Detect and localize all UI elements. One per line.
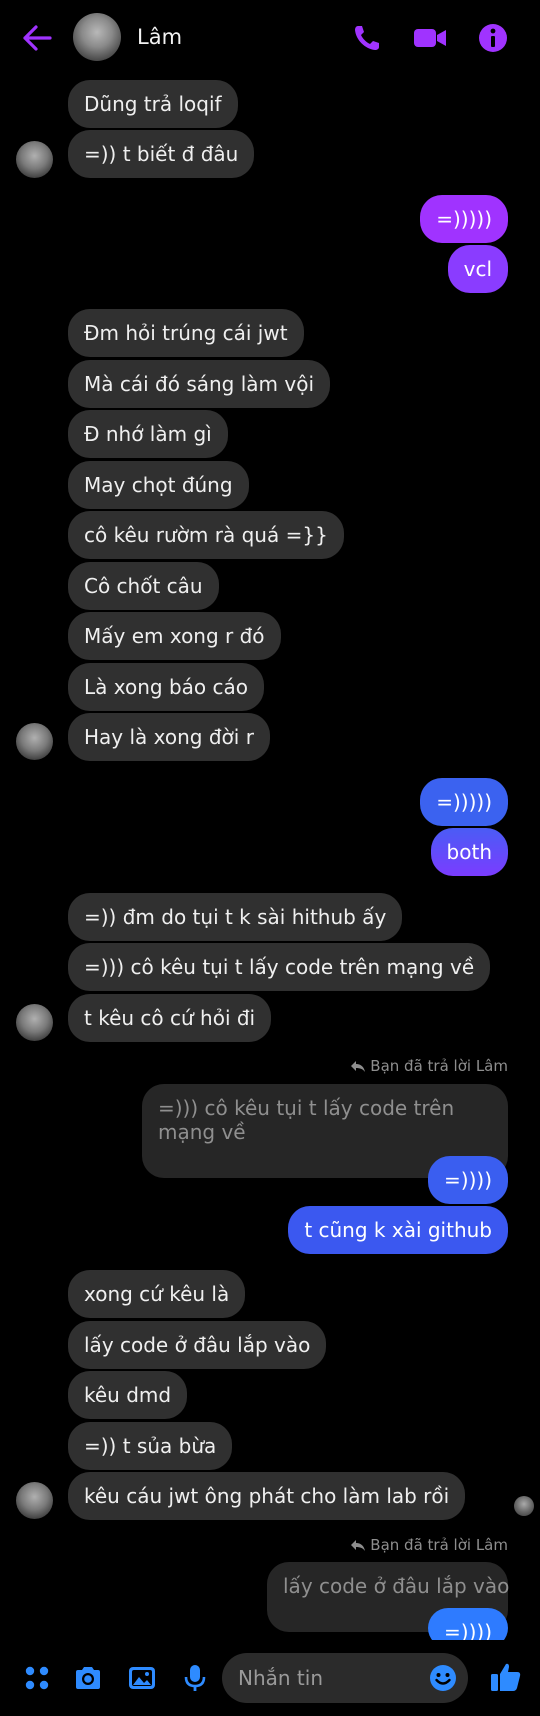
phone-icon[interactable] [351,22,383,54]
incoming-message[interactable]: Là xong báo cáo [68,663,264,711]
incoming-message[interactable]: Mấy em xong r đó [68,612,281,660]
gallery-icon[interactable] [126,1662,158,1694]
incoming-message[interactable]: Mà cái đó sáng làm vội [68,360,331,408]
sender-avatar[interactable] [16,1004,53,1041]
sender-avatar[interactable] [16,141,53,178]
incoming-message[interactable]: =)) t biết đ đâu [68,130,255,178]
incoming-message[interactable]: Dũng trả loqif [68,80,238,128]
sender-avatar[interactable] [16,1482,53,1519]
microphone-icon[interactable] [179,1662,211,1694]
camera-icon[interactable] [72,1662,104,1694]
message-input-placeholder: Nhắn tin [238,1666,323,1690]
incoming-message[interactable]: Hay là xong đời r [68,713,270,761]
contact-avatar[interactable] [73,13,121,61]
incoming-message[interactable]: =)) đm do tụi t k sài hithub ấy [68,893,403,941]
incoming-message[interactable]: Đm hỏi trúng cái jwt [68,309,304,357]
reply-indicator: Bạn đã trả lời Lâm [350,1536,508,1554]
incoming-message[interactable]: kêu cáu jwt ông phát cho làm lab rồi [68,1472,466,1520]
incoming-message[interactable]: Cô chốt câu [68,562,219,610]
message-composer: Nhắn tin [0,1640,540,1716]
menu-dots-icon[interactable] [21,1662,53,1694]
outgoing-message[interactable]: t cũng k xài github [288,1206,508,1254]
contact-name[interactable]: Lâm [137,25,182,49]
seen-receipt-avatar [514,1496,534,1516]
outgoing-message[interactable]: =))))) [420,778,508,826]
incoming-message[interactable]: xong cứ kêu là [68,1270,246,1318]
video-icon[interactable] [412,22,448,54]
outgoing-message[interactable]: vcl [447,245,508,293]
incoming-message[interactable]: kêu dmd [68,1371,188,1419]
incoming-message[interactable]: cô kêu rườm rà quá =}} [68,511,344,559]
chat-header: Lâm [0,0,540,76]
reply-arrow-icon [351,1540,366,1551]
reply-indicator-text: Bạn đã trả lời Lâm [370,1536,508,1554]
incoming-message[interactable]: May chọt đúng [68,461,249,509]
reply-indicator-text: Bạn đã trả lời Lâm [370,1057,508,1075]
reply-arrow-icon [351,1061,366,1072]
info-icon[interactable] [477,22,509,54]
outgoing-message[interactable]: =)))) [428,1156,508,1204]
incoming-message[interactable]: lấy code ở đâu lắp vào [68,1321,327,1369]
outgoing-message[interactable]: both [430,828,508,876]
sender-avatar[interactable] [16,723,53,760]
message-input[interactable]: Nhắn tin [222,1653,468,1703]
outgoing-message[interactable]: =))))) [420,195,508,243]
emoji-icon[interactable] [428,1663,458,1693]
incoming-message[interactable]: =))) cô kêu tụi t lấy code trên mạng về [68,943,491,991]
incoming-message[interactable]: Đ nhớ làm gì [68,410,228,458]
incoming-message[interactable]: =)) t sủa bừa [68,1422,233,1470]
like-icon[interactable] [489,1660,523,1694]
reply-indicator: Bạn đã trả lời Lâm [350,1057,508,1075]
back-arrow-icon[interactable] [22,24,52,52]
incoming-message[interactable]: t kêu cô cứ hỏi đi [68,994,272,1042]
